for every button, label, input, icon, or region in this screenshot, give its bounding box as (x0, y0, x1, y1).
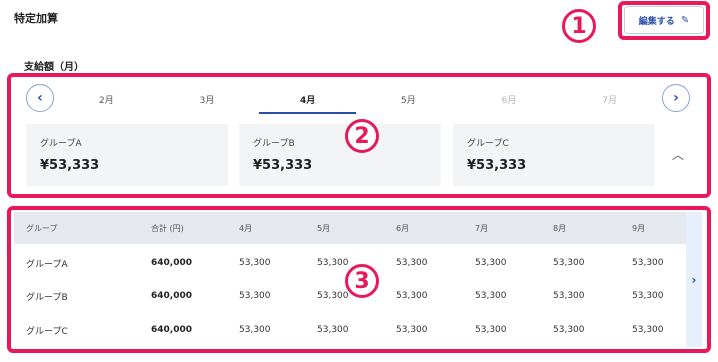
table-scroll-right-button[interactable]: › (686, 212, 702, 347)
table-cell: 53,300 (475, 258, 507, 268)
section-title: 特定加算 (14, 12, 58, 25)
table-cell: 53,300 (396, 325, 428, 335)
table-header-row: グループ 合計 (円) 4月 5月 6月 7月 8月 9月 (14, 212, 686, 244)
table-cell: 53,300 (239, 291, 271, 301)
table-header-cell: 4月 (239, 223, 253, 233)
table-header-cell: 8月 (553, 223, 567, 233)
monthly-payment-label: 支給額（月） (24, 62, 84, 73)
table-header-cell: 9月 (632, 223, 646, 233)
tab-month-7[interactable]: 7月 (559, 84, 660, 114)
group-card-name: グループA (40, 139, 82, 149)
tab-month-2[interactable]: 2月 (56, 84, 157, 114)
tab-month-3[interactable]: 3月 (157, 84, 258, 114)
table-cell-group: グループC (26, 326, 68, 337)
tab-month-6[interactable]: 6月 (459, 84, 560, 114)
table-cell-total: 640,000 (151, 258, 192, 268)
group-card-amount: ¥53,333 (467, 158, 527, 173)
group-card-c: グループC ¥53,333 (453, 124, 655, 186)
table-cell: 53,300 (553, 258, 585, 268)
table-cell: 53,300 (553, 325, 585, 335)
table-cell: 53,300 (317, 258, 349, 268)
table-cell: 53,300 (475, 291, 507, 301)
chevron-left-icon: ‹ (37, 90, 43, 106)
table-cell: 53,300 (632, 291, 664, 301)
chevron-right-icon: › (673, 90, 679, 106)
table-cell: 53,300 (396, 291, 428, 301)
table-header-cell: 7月 (475, 223, 489, 233)
table-cell-total: 640,000 (151, 291, 192, 301)
group-card-amount: ¥53,333 (253, 158, 313, 173)
table-cell: 53,300 (239, 325, 271, 335)
prev-month-button[interactable]: ‹ (26, 84, 54, 112)
group-card-name: グループB (253, 139, 295, 149)
table-header-cell: グループ (26, 223, 58, 233)
table-cell: 53,300 (632, 258, 664, 268)
annotation-badge-3: 3 (345, 264, 379, 298)
month-tabs: 2月 3月 4月 5月 6月 7月 (56, 84, 660, 114)
group-card-name: グループC (467, 139, 509, 149)
tab-month-5[interactable]: 5月 (358, 84, 459, 114)
table-header-cell: 5月 (317, 223, 331, 233)
table-cell: 53,300 (553, 291, 585, 301)
annotation-badge-1: 1 (562, 9, 596, 43)
annotation-badge-2: 2 (345, 119, 379, 153)
table-cell: 53,300 (317, 291, 349, 301)
table-cell-group: グループA (26, 259, 68, 270)
table-header-cell: 6月 (396, 223, 410, 233)
next-month-button[interactable]: › (662, 84, 690, 112)
table-row: グループC 640,000 53,300 53,300 53,300 53,30… (14, 313, 686, 347)
table-cell: 53,300 (239, 258, 271, 268)
group-card-b: グループB ¥53,333 (239, 124, 441, 186)
table-cell: 53,300 (317, 325, 349, 335)
table-cell-total: 640,000 (151, 325, 192, 335)
chevron-right-icon: › (691, 272, 697, 287)
group-card-a: グループA ¥53,333 (26, 124, 228, 186)
group-card-amount: ¥53,333 (40, 158, 100, 173)
table-cell-group: グループB (26, 292, 68, 303)
table-cell: 53,300 (475, 325, 507, 335)
table-cell: 53,300 (396, 258, 428, 268)
tab-month-4[interactable]: 4月 (257, 84, 358, 114)
table-header-cell: 合計 (円) (151, 223, 184, 233)
table-cell: 53,300 (632, 325, 664, 335)
chevron-up-icon[interactable]: ︿ (672, 146, 684, 163)
highlight-box-edit (618, 1, 710, 40)
